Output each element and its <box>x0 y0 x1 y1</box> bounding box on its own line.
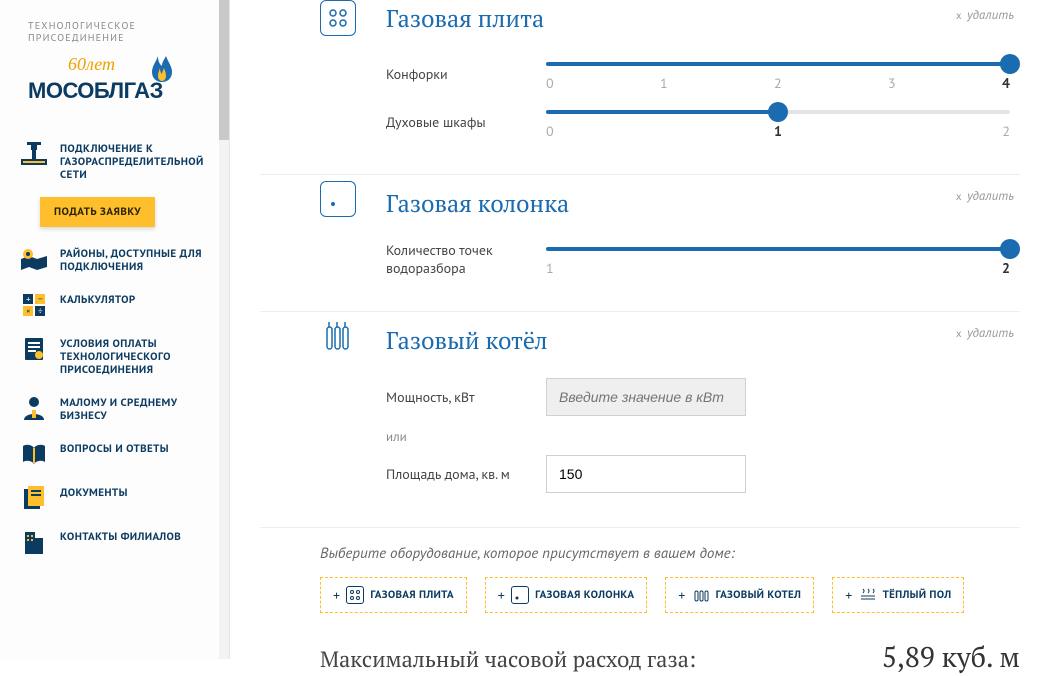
scrollbar-thumb[interactable] <box>219 0 229 140</box>
burners-slider[interactable]: 0 1 2 3 4 <box>546 56 1020 92</box>
heater-icon <box>320 181 356 217</box>
chip-stove[interactable]: + ГАЗОВАЯ ПЛИТА <box>320 577 467 613</box>
logo-svg: 60лет МОСОБЛГАЗ <box>28 50 188 104</box>
stove-chip-icon <box>346 586 364 604</box>
sidebar: ТЕХНОЛОГИЧЕСКОЕ ПРИСОЕДИНЕНИЕ 60лет МОСО… <box>0 0 230 659</box>
svg-text:×: × <box>26 306 31 317</box>
sidebar-item-connection[interactable]: ПОДКЛЮЧЕНИЕ К ГАЗОРАСПРЕДЕЛИТЕЛЬНОЙ СЕТИ <box>20 132 219 191</box>
sidebar-scrollbar[interactable] <box>219 0 229 659</box>
burners-label: Конфорки <box>386 65 546 83</box>
power-input[interactable] <box>546 378 746 416</box>
sidebar-item-label: МАЛОМУ И СРЕДНЕМУ БИЗНЕСУ <box>60 395 219 423</box>
sidebar-item-contacts[interactable]: КОНТАКТЫ ФИЛИАЛОВ <box>20 520 219 564</box>
or-text: или <box>386 428 1020 445</box>
sidebar-item-label: КОНТАКТЫ ФИЛИАЛОВ <box>60 529 181 544</box>
sidebar-item-label: УСЛОВИЯ ОПЛАТЫ ТЕХНОЛОГИЧЕСКОГО ПРИСОЕДИ… <box>60 336 219 377</box>
stove-icon <box>320 0 356 36</box>
equip-heater: Газовая колонка x удалить Количество точ… <box>260 175 1020 312</box>
docs-icon <box>20 485 48 511</box>
ovens-slider[interactable]: 0 1 2 <box>546 104 1020 140</box>
chip-boiler[interactable]: + ГАЗОВЫЙ КОТЕЛ <box>665 577 814 613</box>
delete-boiler[interactable]: x удалить <box>956 324 1014 341</box>
building-icon <box>20 529 48 555</box>
sidebar-item-documents[interactable]: ДОКУМЕНТЫ <box>20 476 219 520</box>
power-label: Мощность, кВт <box>386 388 546 406</box>
equip-heater-title: Газовая колонка <box>386 185 1020 221</box>
ovens-label: Духовые шкафы <box>386 113 546 131</box>
sidebar-item-label: ДОКУМЕНТЫ <box>60 485 128 500</box>
equip-boiler-title: Газовый котёл <box>386 322 1020 358</box>
sidebar-item-business[interactable]: МАЛОМУ И СРЕДНЕМУ БИЗНЕСУ <box>20 386 219 432</box>
person-icon <box>20 395 48 421</box>
chip-label: ГАЗОВЫЙ КОТЕЛ <box>716 588 802 602</box>
sidebar-nav: ПОДКЛЮЧЕНИЕ К ГАЗОРАСПРЕДЕЛИТЕЛЬНОЙ СЕТИ… <box>0 122 229 564</box>
boiler-chip-icon <box>692 586 710 604</box>
sidebar-item-areas[interactable]: РАЙОНЫ, ДОСТУПНЫЕ ДЛЯ ПОДКЛЮЧЕНИЯ <box>20 237 219 283</box>
chip-label: ТЁПЛЫЙ ПОЛ <box>883 588 952 602</box>
equip-stove: Газовая плита x удалить Конфорки 0 1 2 3… <box>260 0 1020 175</box>
boiler-icon <box>320 318 356 354</box>
map-pin-icon <box>20 246 48 272</box>
delete-heater[interactable]: x удалить <box>956 187 1014 204</box>
logo-tagline2: ПРИСОЕДИНЕНИЕ <box>28 32 209 44</box>
result-label: Максимальный часовой расход газа: <box>320 645 696 674</box>
chip-label: ГАЗОВАЯ ПЛИТА <box>370 588 453 602</box>
floor-chip-icon <box>859 586 877 604</box>
sidebar-item-label: КАЛЬКУЛЯТОР <box>60 292 136 307</box>
logo-block: ТЕХНОЛОГИЧЕСКОЕ ПРИСОЕДИНЕНИЕ 60лет МОСО… <box>0 0 229 122</box>
plus-icon: + <box>678 586 685 604</box>
sidebar-item-payment[interactable]: УСЛОВИЯ ОПЛАТЫ ТЕХНОЛОГИЧЕСКОГО ПРИСОЕДИ… <box>20 327 219 386</box>
plus-icon: + <box>333 586 340 604</box>
sidebar-item-calculator[interactable]: +−× ÷ КАЛЬКУЛЯТОР <box>20 283 219 327</box>
equipment-chips: + ГАЗОВАЯ ПЛИТА + ГАЗОВАЯ КОЛОНКА + ГАЗО… <box>320 577 1020 613</box>
svg-text:−: − <box>38 294 43 305</box>
sidebar-item-faq[interactable]: ВОПРОСЫ И ОТВЕТЫ <box>20 432 219 476</box>
delete-stove[interactable]: x удалить <box>956 6 1014 23</box>
points-label: Количество точек водоразбора <box>386 241 546 277</box>
calculator-icon: +−× ÷ <box>20 292 48 318</box>
chip-heater[interactable]: + ГАЗОВАЯ КОЛОНКА <box>485 577 648 613</box>
logo-brand: МОСОБЛГАЗ <box>28 78 163 103</box>
sidebar-item-label: РАЙОНЫ, ДОСТУПНЫЕ ДЛЯ ПОДКЛЮЧЕНИЯ <box>60 246 219 274</box>
area-label: Площадь дома, кв. м <box>386 465 546 483</box>
equip-stove-title: Газовая плита <box>386 0 1020 36</box>
book-icon <box>20 441 48 467</box>
svg-text:÷: ÷ <box>38 306 43 317</box>
result-row: Максимальный часовой расход газа: 5,89 к… <box>320 639 1020 676</box>
result-value: 5,89 куб. м <box>882 639 1020 676</box>
equip-boiler: Газовый котёл x удалить Мощность, кВт ил… <box>260 312 1020 528</box>
main-content: Газовая плита x удалить Конфорки 0 1 2 3… <box>260 0 1040 676</box>
svg-text:+: + <box>26 294 31 305</box>
points-slider[interactable]: 1 2 <box>546 241 1020 277</box>
chip-floor[interactable]: + ТЁПЛЫЙ ПОЛ <box>832 577 964 613</box>
submit-button[interactable]: ПОДАТЬ ЗАЯВКУ <box>40 197 155 227</box>
document-icon <box>20 336 48 362</box>
valve-icon <box>20 141 48 167</box>
heater-chip-icon <box>511 586 529 604</box>
chip-label: ГАЗОВАЯ КОЛОНКА <box>535 588 634 602</box>
area-input[interactable] <box>546 455 746 493</box>
sidebar-item-label: ПОДКЛЮЧЕНИЕ К ГАЗОРАСПРЕДЕЛИТЕЛЬНОЙ СЕТИ <box>60 141 219 182</box>
plus-icon: + <box>845 586 852 604</box>
plus-icon: + <box>498 586 505 604</box>
sidebar-item-label: ВОПРОСЫ И ОТВЕТЫ <box>60 441 169 456</box>
svg-text:60лет: 60лет <box>68 54 115 74</box>
select-prompt: Выберите оборудование, которое присутств… <box>320 544 1020 563</box>
